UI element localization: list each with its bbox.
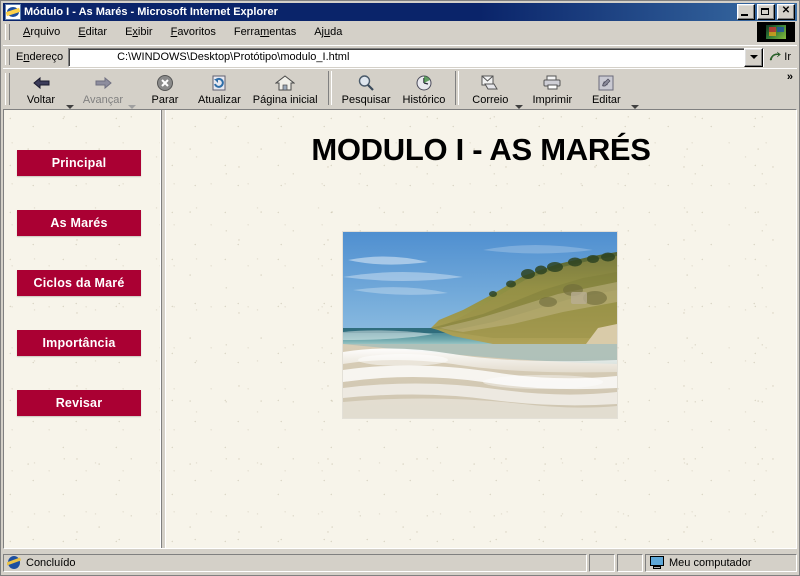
refresh-icon <box>208 72 230 93</box>
go-arrow-icon <box>768 50 782 64</box>
my-computer-icon <box>649 556 665 570</box>
address-label: Endereço <box>16 51 64 63</box>
browser-window: Módulo I - As Marés - Microsoft Internet… <box>0 0 800 576</box>
toolbar-label-correio: Correio <box>472 94 509 106</box>
toolbar-button-pesquisar[interactable]: Pesquisar <box>336 69 397 106</box>
menu-bar: AArquivorquivo Editar Exibir Favoritos F… <box>3 22 797 42</box>
menu-drag-handle[interactable] <box>5 24 10 40</box>
toolbar-button-voltar[interactable]: Voltar <box>14 69 68 106</box>
security-zone-panel[interactable]: Meu computador <box>645 554 797 572</box>
go-button[interactable]: Ir <box>764 50 797 64</box>
address-bar: Endereço C:\WINDOWS\Desktop\Protótipo\mo… <box>3 45 797 68</box>
minimize-button[interactable] <box>737 4 755 20</box>
toolbar-label-avancar: Avançar <box>82 94 124 106</box>
mail-icon <box>479 72 501 93</box>
toolbar-label-pesquisar: Pesquisar <box>341 94 391 106</box>
window-title: Módulo I - As Marés - Microsoft Internet… <box>24 6 278 18</box>
menu-favoritos[interactable]: Favoritos <box>162 24 225 40</box>
security-zone-label: Meu computador <box>669 557 752 569</box>
forward-arrow-icon <box>92 72 114 93</box>
status-panel-extra-1 <box>589 554 615 572</box>
sidebar-item-principal[interactable]: Principal <box>17 150 141 176</box>
menu-editar[interactable]: Editar <box>69 24 116 40</box>
toolbar-button-correio[interactable]: Correio <box>463 69 517 106</box>
address-dropdown-button[interactable] <box>744 47 764 67</box>
ie-animated-logo <box>757 22 795 42</box>
content-frame: MODULO I - AS MARÉS <box>166 110 796 548</box>
search-icon <box>355 72 377 93</box>
toolbar-separator-1 <box>327 71 332 105</box>
stop-icon <box>154 72 176 93</box>
edit-page-icon <box>595 72 617 93</box>
sidebar-item-ciclos-da-mare[interactable]: Ciclos da Maré <box>17 270 141 296</box>
toolbar-drag-handle[interactable] <box>5 73 10 105</box>
menu-ferramentas[interactable]: Ferramentas <box>225 24 305 40</box>
sidebar-item-revisar[interactable]: Revisar <box>17 390 141 416</box>
toolbar-label-editar: Editar <box>591 94 621 106</box>
internet-explorer-small-icon <box>7 556 22 570</box>
home-icon <box>274 72 296 93</box>
close-button[interactable]: ✕ <box>777 4 795 20</box>
sidebar-label-importancia: Importância <box>42 336 116 350</box>
address-input-wrapper[interactable]: C:\WINDOWS\Desktop\Protótipo\modulo_I.ht… <box>68 47 765 67</box>
toolbar-button-avancar[interactable]: Avançar <box>76 69 130 106</box>
toolbar-label-atualizar: Atualizar <box>198 94 241 106</box>
toolbar-button-imprimir[interactable]: Imprimir <box>525 69 579 106</box>
chevron-down-icon <box>749 55 758 59</box>
sidebar-label-as-mares: As Marés <box>50 216 108 230</box>
toolbar-button-atualizar[interactable]: Atualizar <box>192 69 247 106</box>
toolbar-label-imprimir: Imprimir <box>532 94 573 106</box>
menu-exibir[interactable]: Exibir <box>116 24 162 40</box>
status-message: Concluído <box>26 557 76 569</box>
sidebar-item-importancia[interactable]: Importância <box>17 330 141 356</box>
toolbar-label-pagina-inicial: Página inicial <box>252 94 318 106</box>
history-icon <box>413 72 435 93</box>
sidebar-label-revisar: Revisar <box>55 396 103 410</box>
back-arrow-icon <box>30 72 52 93</box>
toolbar-button-parar[interactable]: Parar <box>138 69 192 106</box>
browser-client-area: Principal As Marés Ciclos da Maré Import… <box>3 109 797 549</box>
menu-arquivo[interactable]: AArquivorquivo <box>14 24 69 40</box>
nav-frame: Principal As Marés Ciclos da Maré Import… <box>4 110 161 548</box>
toolbar-label-parar: Parar <box>151 94 179 106</box>
toolbar-separator-2 <box>455 71 460 105</box>
toolbar-overflow-button[interactable]: » <box>783 69 797 83</box>
maximize-button[interactable] <box>757 4 775 20</box>
status-panel-extra-2 <box>617 554 643 572</box>
main-toolbar: Voltar Avançar Parar Atualizar Página in… <box>3 68 797 109</box>
status-bar: Concluído Meu computador <box>3 553 797 573</box>
status-message-panel: Concluído <box>3 554 587 572</box>
sidebar-label-principal: Principal <box>51 156 107 170</box>
beach-photo <box>343 232 617 418</box>
sidebar-label-ciclos-da-mare: Ciclos da Maré <box>33 276 125 290</box>
internet-explorer-icon <box>5 4 21 20</box>
toolbar-button-editar[interactable]: Editar <box>579 69 633 106</box>
printer-icon <box>541 72 563 93</box>
toolbar-button-pagina-inicial[interactable]: Página inicial <box>247 69 324 106</box>
sidebar-item-as-mares[interactable]: As Marés <box>17 210 141 236</box>
toolbar-label-historico: Histórico <box>402 94 446 106</box>
page-title: MODULO I - AS MARÉS <box>311 132 651 167</box>
beach-photo-image <box>343 232 617 418</box>
menu-ajuda[interactable]: Ajuda <box>305 24 351 40</box>
address-drag-handle[interactable] <box>5 49 10 65</box>
toolbar-button-historico[interactable]: Histórico <box>397 69 452 106</box>
address-input[interactable]: C:\WINDOWS\Desktop\Protótipo\modulo_I.ht… <box>69 51 744 63</box>
toolbar-label-voltar: Voltar <box>26 94 56 106</box>
go-label: Ir <box>784 51 791 63</box>
title-bar: Módulo I - As Marés - Microsoft Internet… <box>3 3 797 21</box>
window-controls: ✕ <box>737 4 795 20</box>
